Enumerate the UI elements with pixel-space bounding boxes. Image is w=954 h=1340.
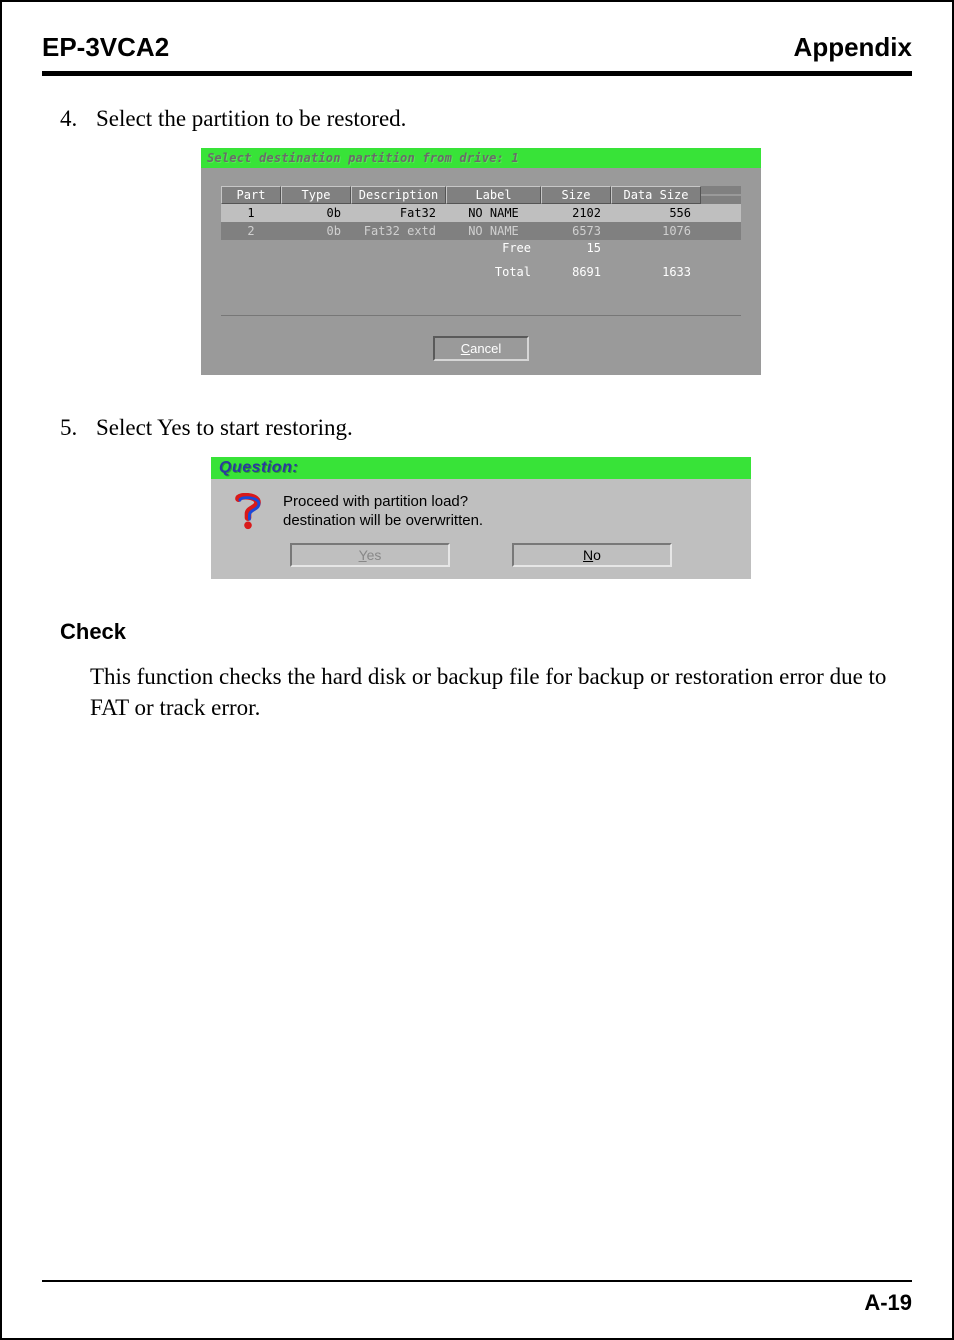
free-label: Free xyxy=(446,240,541,258)
col-size: Size xyxy=(541,186,611,204)
header-rule xyxy=(42,71,912,76)
page-number: A-19 xyxy=(32,1288,922,1316)
cell-label: NO NAME xyxy=(446,205,541,221)
col-spacer xyxy=(701,194,741,196)
cell-type: 0b xyxy=(281,205,351,221)
question-titlebar: Question: xyxy=(211,457,751,479)
cell-label: NO NAME xyxy=(446,223,541,239)
select-partition-body: Part Type Description Label Size Data Si… xyxy=(201,168,761,375)
cell-part: 2 xyxy=(221,223,281,239)
check-heading: Check xyxy=(60,619,902,645)
partition-table-header: Part Type Description Label Size Data Si… xyxy=(221,186,741,204)
select-partition-window: Select destination partition from drive:… xyxy=(201,148,761,375)
figure-partition-table: Select destination partition from drive:… xyxy=(60,148,902,375)
partition-table: Part Type Description Label Size Data Si… xyxy=(221,186,741,316)
step-5-num: 5. xyxy=(60,415,86,441)
cell-part: 1 xyxy=(221,205,281,221)
col-desc: Description xyxy=(351,186,446,204)
question-line-1: Proceed with partition load? xyxy=(283,493,483,512)
cancel-mnemonic: C xyxy=(461,341,470,356)
question-message: Proceed with partition load? destination… xyxy=(283,493,483,531)
question-line-2: destination will be overwritten. xyxy=(283,512,483,531)
page-footer: A-19 xyxy=(32,1280,922,1316)
question-message-row: Proceed with partition load? destination… xyxy=(229,493,733,531)
figure-question-dialog: Question: Proceed with partition load? xyxy=(60,457,902,579)
step-4-num: 4. xyxy=(60,106,86,132)
table-row[interactable]: 2 0b Fat32 extd NO NAME 6573 1076 xyxy=(221,222,741,240)
free-size: 15 xyxy=(541,240,611,258)
cancel-rest: ancel xyxy=(470,341,501,356)
cell-data: 1076 xyxy=(611,223,701,239)
header-right: Appendix xyxy=(794,32,912,63)
cell-type: 0b xyxy=(281,223,351,239)
total-label: Total xyxy=(446,264,541,282)
free-row: Free 15 xyxy=(221,240,741,258)
col-data: Data Size xyxy=(611,186,701,204)
cell-data: 556 xyxy=(611,205,701,221)
total-size: 8691 xyxy=(541,264,611,282)
page-header: EP-3VCA2 Appendix xyxy=(32,32,922,67)
table-tail xyxy=(221,282,741,316)
page: EP-3VCA2 Appendix 4. Select the partitio… xyxy=(0,0,954,1340)
step-4-text: Select the partition to be restored. xyxy=(96,106,406,132)
yes-button[interactable]: Yes xyxy=(290,543,450,567)
no-button[interactable]: No xyxy=(512,543,672,567)
no-rest: o xyxy=(593,547,601,563)
select-partition-titlebar: Select destination partition from drive:… xyxy=(201,148,761,168)
footer-rule xyxy=(42,1280,912,1282)
cell-size: 2102 xyxy=(541,205,611,221)
partition-button-row: Cancel xyxy=(219,336,743,361)
no-mnemonic: N xyxy=(583,547,593,563)
step-5: 5. Select Yes to start restoring. xyxy=(60,415,902,441)
col-type: Type xyxy=(281,186,351,204)
col-label: Label xyxy=(446,186,541,204)
cell-desc: Fat32 xyxy=(351,205,446,221)
total-row: Total 8691 1633 xyxy=(221,264,741,282)
cell-size: 6573 xyxy=(541,223,611,239)
header-left: EP-3VCA2 xyxy=(42,32,169,63)
yes-rest: es xyxy=(367,547,382,563)
check-body: This function checks the hard disk or ba… xyxy=(60,661,902,723)
table-row[interactable]: 1 0b Fat32 NO NAME 2102 556 xyxy=(221,204,741,222)
cell-desc: Fat32 extd xyxy=(351,223,446,239)
question-body: Proceed with partition load? destination… xyxy=(211,479,751,579)
step-4: 4. Select the partition to be restored. xyxy=(60,106,902,132)
total-data: 1633 xyxy=(611,264,701,282)
question-dialog: Question: Proceed with partition load? xyxy=(211,457,751,579)
page-body: 4. Select the partition to be restored. … xyxy=(32,106,922,723)
step-5-text: Select Yes to start restoring. xyxy=(96,415,353,441)
cancel-button[interactable]: Cancel xyxy=(433,336,529,361)
question-button-row: Yes No xyxy=(229,543,733,567)
yes-mnemonic: Y xyxy=(359,547,367,563)
question-mark-icon xyxy=(229,493,267,531)
col-part: Part xyxy=(221,186,281,204)
